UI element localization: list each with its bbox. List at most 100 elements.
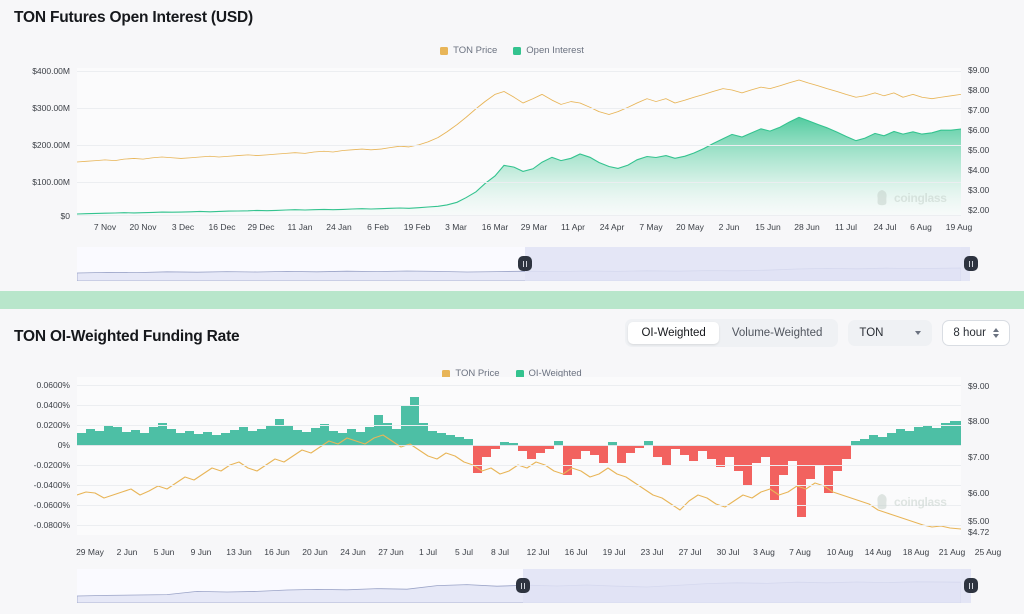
symbol-select-value: TON (859, 327, 883, 339)
y-tick-label: $300.00M (8, 103, 70, 113)
x-tick-label: 27 Jul (679, 547, 702, 557)
open-interest-series (77, 68, 961, 216)
y-tick-label: -0.0800% (8, 520, 70, 530)
range-slider-open-interest[interactable] (77, 247, 961, 281)
x-tick-label: 3 Mar (445, 222, 467, 232)
x-tick-label: 24 Jan (326, 222, 352, 232)
y-tick-label: -0.0600% (8, 500, 70, 510)
y-tick-label: $5.00 (968, 145, 1018, 155)
x-tick-label: 14 Aug (865, 547, 891, 557)
funding-rate-plot[interactable] (77, 377, 961, 535)
range-slider-handle-left[interactable] (516, 578, 530, 593)
legend-label: Open Interest (526, 45, 584, 56)
symbol-select[interactable]: TON (848, 320, 932, 346)
range-slider-selection[interactable] (525, 247, 970, 281)
y-tick-label: $3.00 (968, 185, 1018, 195)
legend-open-interest: TON Price Open Interest (0, 45, 1024, 56)
open-interest-panel: TON Futures Open Interest (USD) TON Pric… (0, 0, 1024, 291)
y-tick-label: 0.0600% (8, 380, 70, 390)
open-interest-plot[interactable] (77, 68, 961, 216)
open-interest-area (77, 117, 961, 215)
x-tick-label: 23 Jul (641, 547, 664, 557)
x-tick-label: 15 Jun (755, 222, 781, 232)
x-tick-label: 16 Jun (264, 547, 290, 557)
tab-volume-weighted[interactable]: Volume-Weighted (719, 322, 836, 344)
x-tick-label: 2 Jun (719, 222, 740, 232)
y-tick-label: $7.00 (968, 452, 1018, 462)
range-slider-handle-left[interactable] (518, 256, 532, 271)
chevron-down-icon (915, 331, 921, 335)
legend-item-open-interest[interactable]: Open Interest (513, 45, 584, 56)
x-tick-label: 28 Jun (794, 222, 820, 232)
x-tick-label: 18 Aug (903, 547, 929, 557)
x-tick-label: 8 Jul (491, 547, 509, 557)
x-tick-label: 30 Jul (717, 547, 740, 557)
x-tick-label: 6 Aug (910, 222, 932, 232)
x-tick-label: 19 Feb (404, 222, 430, 232)
legend-swatch-icon (440, 47, 448, 55)
current-price-label: $4.72 (968, 527, 989, 537)
range-slider-handle-right[interactable] (964, 578, 978, 593)
x-tick-label: 29 Mar (521, 222, 547, 232)
y-tick-label: $8.00 (968, 85, 1018, 95)
legend-label: TON Price (453, 45, 497, 56)
x-tick-label: 27 Jun (378, 547, 404, 557)
y-tick-label: $400.00M (8, 66, 70, 76)
page-title: TON Futures Open Interest (USD) (14, 9, 253, 27)
x-tick-label: 6 Feb (367, 222, 389, 232)
x-tick-label: 1 Jul (419, 547, 437, 557)
x-tick-label: 3 Dec (172, 222, 194, 232)
y-tick-label: $100.00M (8, 177, 70, 187)
y-tick-label: $4.00 (968, 165, 1018, 175)
x-tick-label: 24 Apr (600, 222, 625, 232)
x-tick-label: 5 Jun (154, 547, 175, 557)
legend-swatch-icon (513, 47, 521, 55)
interval-stepper[interactable]: 8 hour (942, 320, 1010, 346)
x-tick-label: 29 May (76, 547, 104, 557)
y-tick-label: $6.00 (968, 125, 1018, 135)
x-tick-label: 19 Jul (603, 547, 626, 557)
x-tick-label: 13 Jun (226, 547, 252, 557)
y-tick-label: $8.00 (968, 416, 1018, 426)
x-tick-label: 16 Dec (209, 222, 236, 232)
x-tick-label: 24 Jul (874, 222, 897, 232)
x-tick-label: 7 May (639, 222, 662, 232)
legend-item-ton-price[interactable]: TON Price (440, 45, 497, 56)
funding-rate-series (77, 377, 961, 535)
x-tick-label: 7 Aug (789, 547, 811, 557)
x-tick-label: 20 Jun (302, 547, 328, 557)
x-tick-label: 12 Jul (527, 547, 550, 557)
x-tick-label: 29 Dec (248, 222, 275, 232)
funding-rate-title: TON OI-Weighted Funding Rate (14, 328, 239, 346)
y-tick-label: $6.00 (968, 488, 1018, 498)
x-tick-label: 5 Jul (455, 547, 473, 557)
interval-stepper-value: 8 hour (953, 327, 986, 339)
panel-divider (0, 291, 1024, 309)
x-tick-label: 11 Jan (288, 222, 313, 232)
x-tick-label: 3 Aug (753, 547, 775, 557)
x-tick-label: 16 Mar (482, 222, 508, 232)
tab-oi-weighted[interactable]: OI-Weighted (628, 322, 718, 344)
x-tick-label: 7 Nov (94, 222, 116, 232)
x-tick-label: 16 Jul (565, 547, 588, 557)
range-slider-handle-right[interactable] (964, 256, 978, 271)
x-tick-label: 10 Aug (827, 547, 853, 557)
x-tick-label: 2 Jun (117, 547, 138, 557)
funding-rate-panel: TON OI-Weighted Funding Rate OI-Weighted… (0, 309, 1024, 614)
x-tick-label: 21 Aug (939, 547, 965, 557)
y-tick-label: $0 (8, 211, 70, 221)
range-slider-selection[interactable] (523, 569, 971, 603)
y-tick-label: -0.0200% (8, 460, 70, 470)
x-tick-label: 20 Nov (130, 222, 157, 232)
x-tick-label: 11 Jul (835, 222, 857, 232)
y-tick-label: $7.00 (968, 105, 1018, 115)
y-tick-label: $9.00 (968, 65, 1018, 75)
y-tick-label: $9.00 (968, 381, 1018, 391)
funding-rate-controls: OI-Weighted Volume-Weighted TON 8 hour (625, 319, 1010, 347)
range-slider-funding-rate[interactable] (77, 569, 961, 603)
y-tick-label: -0.0400% (8, 480, 70, 490)
x-tick-label: 25 Aug (975, 547, 1001, 557)
y-tick-label: $200.00M (8, 140, 70, 150)
x-tick-label: 19 Aug (946, 222, 972, 232)
y-tick-label: $2.00 (968, 205, 1018, 215)
